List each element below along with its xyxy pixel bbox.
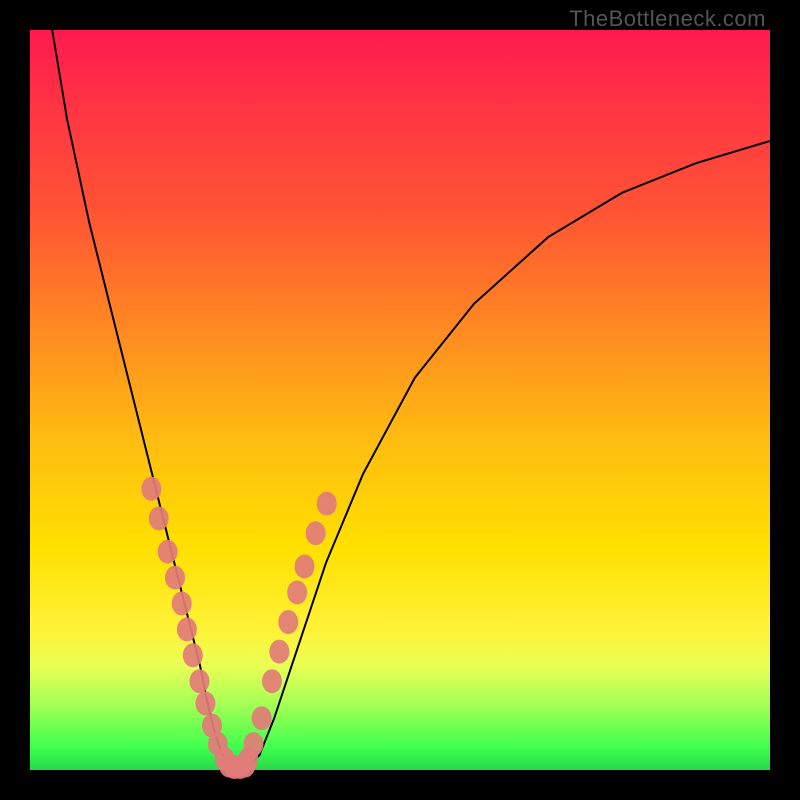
data-marker — [189, 669, 209, 693]
data-marker — [295, 555, 315, 579]
data-marker — [317, 492, 337, 516]
data-marker — [141, 477, 161, 501]
chart-svg — [30, 30, 770, 770]
data-marker — [287, 580, 307, 604]
data-marker — [243, 732, 263, 756]
marker-layer — [141, 477, 336, 779]
curve-layer — [52, 30, 770, 766]
data-marker — [158, 540, 178, 564]
data-marker — [278, 610, 298, 634]
data-marker — [262, 669, 282, 693]
bottleneck-curve — [52, 30, 770, 766]
data-marker — [165, 566, 185, 590]
watermark-text: TheBottleneck.com — [569, 6, 766, 32]
plot-area — [30, 30, 770, 770]
data-marker — [195, 691, 215, 715]
data-marker — [252, 706, 272, 730]
chart-frame: TheBottleneck.com — [0, 0, 800, 800]
data-marker — [149, 506, 169, 530]
data-marker — [306, 521, 326, 545]
data-marker — [177, 617, 197, 641]
data-marker — [183, 643, 203, 667]
data-marker — [172, 592, 192, 616]
data-marker — [235, 754, 255, 778]
data-marker — [269, 640, 289, 664]
